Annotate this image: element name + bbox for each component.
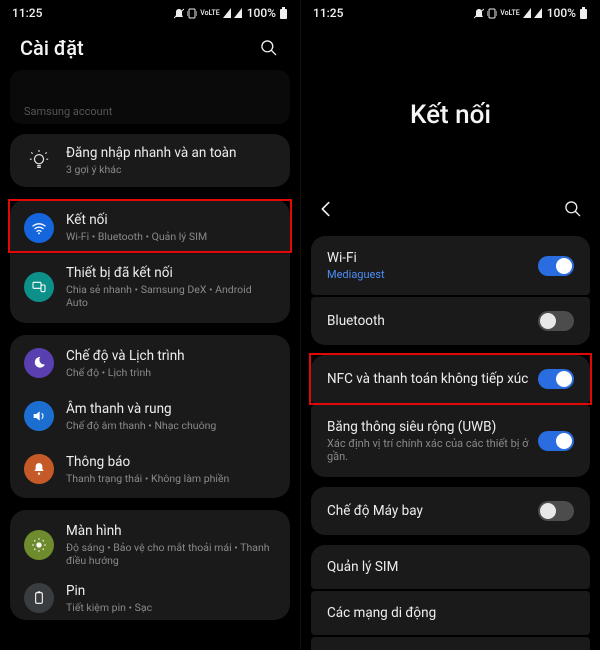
- signal-1-icon: [223, 8, 231, 18]
- status-bar: 11:25 VoLTE 100%: [0, 0, 300, 22]
- uwb-label: Băng thông siêu rộng (UWB): [327, 419, 538, 435]
- general-group-card: Chế độ và Lịch trình Chế độ • Lịch trình…: [10, 335, 290, 498]
- search-button[interactable]: [258, 37, 280, 59]
- uwb-setting[interactable]: Băng thông siêu rộng (UWB) Xác định vị t…: [311, 405, 590, 477]
- nfc-setting[interactable]: NFC và thanh toán không tiếp xúc: [311, 355, 590, 403]
- battery-row[interactable]: Pin Tiết kiệm pin • Sạc: [10, 578, 290, 618]
- wifi-toggle[interactable]: [538, 256, 574, 276]
- battery-title: Pin: [66, 583, 152, 599]
- vibrate-on-icon: [487, 8, 497, 19]
- bluetooth-toggle[interactable]: [538, 311, 574, 331]
- battery-icon: [579, 7, 588, 20]
- connections-sub: Wi-Fi • Bluetooth • Quản lý SIM: [66, 230, 207, 243]
- sound-title: Âm thanh và rung: [66, 401, 216, 417]
- title-row: Cài đặt: [0, 22, 300, 70]
- mobile-networks-setting[interactable]: Các mạng di động: [311, 591, 590, 635]
- page-title: Cài đặt: [20, 36, 84, 60]
- search-icon: [259, 38, 279, 58]
- vibrate-on-icon: [187, 8, 197, 19]
- sim-setting[interactable]: Quản lý SIM: [311, 545, 590, 589]
- modes-row[interactable]: Chế độ và Lịch trình Chế độ • Lịch trình: [10, 337, 290, 390]
- bell-off-icon: [474, 8, 484, 19]
- suggestions-card[interactable]: Đăng nhập nhanh và an toàn 3 gợi ý khác: [10, 134, 290, 187]
- display-row[interactable]: Màn hình Độ sáng • Bảo vệ cho mắt thoải …: [10, 512, 290, 578]
- settings-screen: 11:25 VoLTE 100% Cài đặt Samsung account…: [0, 0, 300, 650]
- data-usage-setting[interactable]: Sử dụng dữ liệu: [311, 637, 590, 650]
- wifi-sub: Mediaguest: [327, 268, 385, 281]
- airplane-setting[interactable]: Chế độ Máy bay: [311, 487, 590, 535]
- bluetooth-label: Bluetooth: [327, 313, 385, 329]
- bulb-icon: [24, 146, 54, 176]
- notif-sub: Thanh trạng thái • Không làm phiền: [66, 472, 229, 485]
- battery-sub: Tiết kiệm pin • Sạc: [66, 601, 152, 614]
- notifications-row[interactable]: Thông báo Thanh trạng thái • Không làm p…: [10, 443, 290, 496]
- battery-icon: [279, 7, 288, 20]
- uwb-toggle[interactable]: [538, 431, 574, 451]
- volte-badge: VoLTE: [200, 10, 219, 17]
- bell-icon: [24, 454, 54, 484]
- status-icons-right2: VoLTE 100%: [474, 6, 588, 20]
- wifi-label: Wi-Fi: [327, 250, 385, 266]
- connections-row[interactable]: Kết nối Wi-Fi • Bluetooth • Quản lý SIM: [10, 201, 290, 254]
- search-button[interactable]: [562, 198, 584, 220]
- sim-label: Quản lý SIM: [327, 559, 398, 575]
- chevron-left-icon: [315, 198, 337, 220]
- modes-sub: Chế độ • Lịch trình: [66, 366, 185, 379]
- status-time-right: 11:25: [313, 6, 343, 20]
- suggestion-title: Đăng nhập nhanh và an toàn: [66, 145, 236, 161]
- nfc-label: NFC và thanh toán không tiếp xúc: [327, 371, 528, 387]
- connected-devices-row[interactable]: Thiết bị đã kết nối Chia sẻ nhanh • Sams…: [10, 254, 290, 320]
- wifi-icon: [24, 213, 54, 243]
- battery-percent: 100%: [247, 6, 276, 20]
- display-group-card: Màn hình Độ sáng • Bảo vệ cho mắt thoải …: [10, 510, 290, 620]
- mobile-label: Các mạng di động: [327, 605, 436, 621]
- sound-sub: Chế độ âm thanh • Nhạc chuông: [66, 419, 216, 432]
- status-time: 11:25: [12, 6, 42, 20]
- connected-title: Thiết bị đã kết nối: [66, 265, 276, 281]
- moon-icon: [24, 348, 54, 378]
- suggestion-sub: 3 gợi ý khác: [66, 163, 236, 176]
- signal-2-icon: [234, 8, 242, 18]
- status-bar-right: 11:25 VoLTE 100%: [301, 0, 600, 22]
- volte-badge: VoLTE: [500, 10, 519, 17]
- search-icon: [563, 199, 583, 219]
- page-title-large: Kết nối: [301, 22, 600, 196]
- display-title: Màn hình: [66, 523, 276, 539]
- devices-icon: [24, 272, 54, 302]
- connections-title: Kết nối: [66, 212, 207, 228]
- nfc-toggle[interactable]: [538, 369, 574, 389]
- brightness-icon: [24, 530, 54, 560]
- signal-2-icon: [534, 8, 542, 18]
- notif-title: Thông báo: [66, 454, 229, 470]
- bell-off-icon: [174, 8, 184, 19]
- connections-screen: 11:25 VoLTE 100% Kết nối Wi-Fi Mediagues…: [300, 0, 600, 650]
- back-button[interactable]: [313, 196, 339, 222]
- volume-icon: [24, 401, 54, 431]
- status-icons-right: VoLTE 100%: [174, 6, 288, 20]
- wifi-setting[interactable]: Wi-Fi Mediaguest: [311, 236, 590, 295]
- account-card[interactable]: Samsung account: [10, 70, 290, 124]
- battery-percent-right: 100%: [547, 6, 576, 20]
- nav-row: [301, 196, 600, 236]
- connected-sub: Chia sẻ nhanh • Samsung DeX • Android Au…: [66, 283, 276, 309]
- airplane-toggle[interactable]: [538, 501, 574, 521]
- modes-title: Chế độ và Lịch trình: [66, 348, 185, 364]
- uwb-sub: Xác định vị trí chính xác của các thiết …: [327, 437, 538, 463]
- sound-row[interactable]: Âm thanh và rung Chế độ âm thanh • Nhạc …: [10, 390, 290, 443]
- airplane-label: Chế độ Máy bay: [327, 503, 423, 519]
- signal-1-icon: [523, 8, 531, 18]
- connections-group-card: Kết nối Wi-Fi • Bluetooth • Quản lý SIM …: [10, 199, 290, 322]
- display-sub: Độ sáng • Bảo vệ cho mắt thoải mái • Tha…: [66, 541, 276, 567]
- battery-setting-icon: [24, 583, 54, 613]
- bluetooth-setting[interactable]: Bluetooth: [311, 297, 590, 345]
- samsung-account-label: Samsung account: [24, 105, 112, 124]
